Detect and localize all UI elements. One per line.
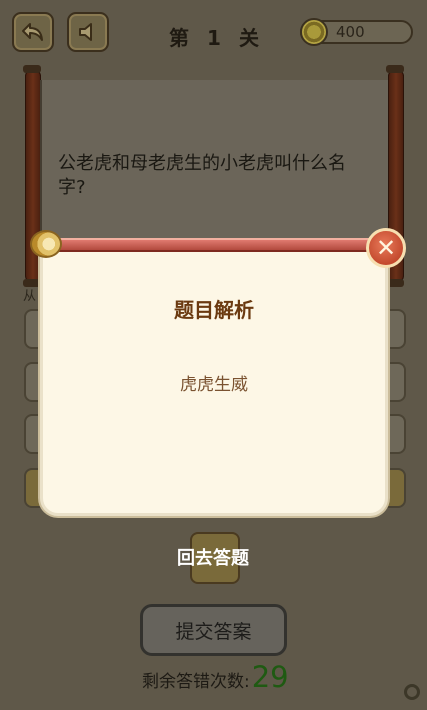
speaker-icon xyxy=(79,23,92,41)
close-icon: ✕ xyxy=(375,234,397,262)
question-text: 公老虎和母老虎生的小老虎叫什么名字? xyxy=(58,153,346,198)
coin-icon xyxy=(300,18,328,46)
remaining-count: 29 xyxy=(251,660,289,694)
dialog-answer: 虎虎生威 xyxy=(180,375,248,395)
coin-value: 400 xyxy=(336,23,365,41)
submit-answer-button[interactable]: 提交答案 xyxy=(140,604,287,656)
remaining-tries: 剩余答错次数:29 xyxy=(142,660,289,694)
coin-counter: 400 xyxy=(300,18,413,46)
close-dialog-button[interactable]: ✕ xyxy=(366,228,406,268)
scroll-ornament-icon xyxy=(30,230,62,258)
back-arrow-icon xyxy=(22,23,43,41)
level-number: 1 xyxy=(207,26,223,50)
level-prefix: 第 xyxy=(169,26,192,50)
remaining-label: 剩余答错次数: xyxy=(142,672,250,692)
sound-button[interactable] xyxy=(67,12,109,52)
level-title: 第1关 xyxy=(160,22,270,51)
back-to-question-button[interactable]: 回去答题 xyxy=(150,544,276,570)
settings-icon[interactable] xyxy=(404,684,420,700)
dialog-title: 题目解析 xyxy=(174,298,254,322)
level-suffix: 关 xyxy=(238,26,261,50)
back-button[interactable] xyxy=(12,12,54,52)
dialog-header-bar xyxy=(52,238,370,252)
hint-text: 从 xyxy=(23,289,37,304)
